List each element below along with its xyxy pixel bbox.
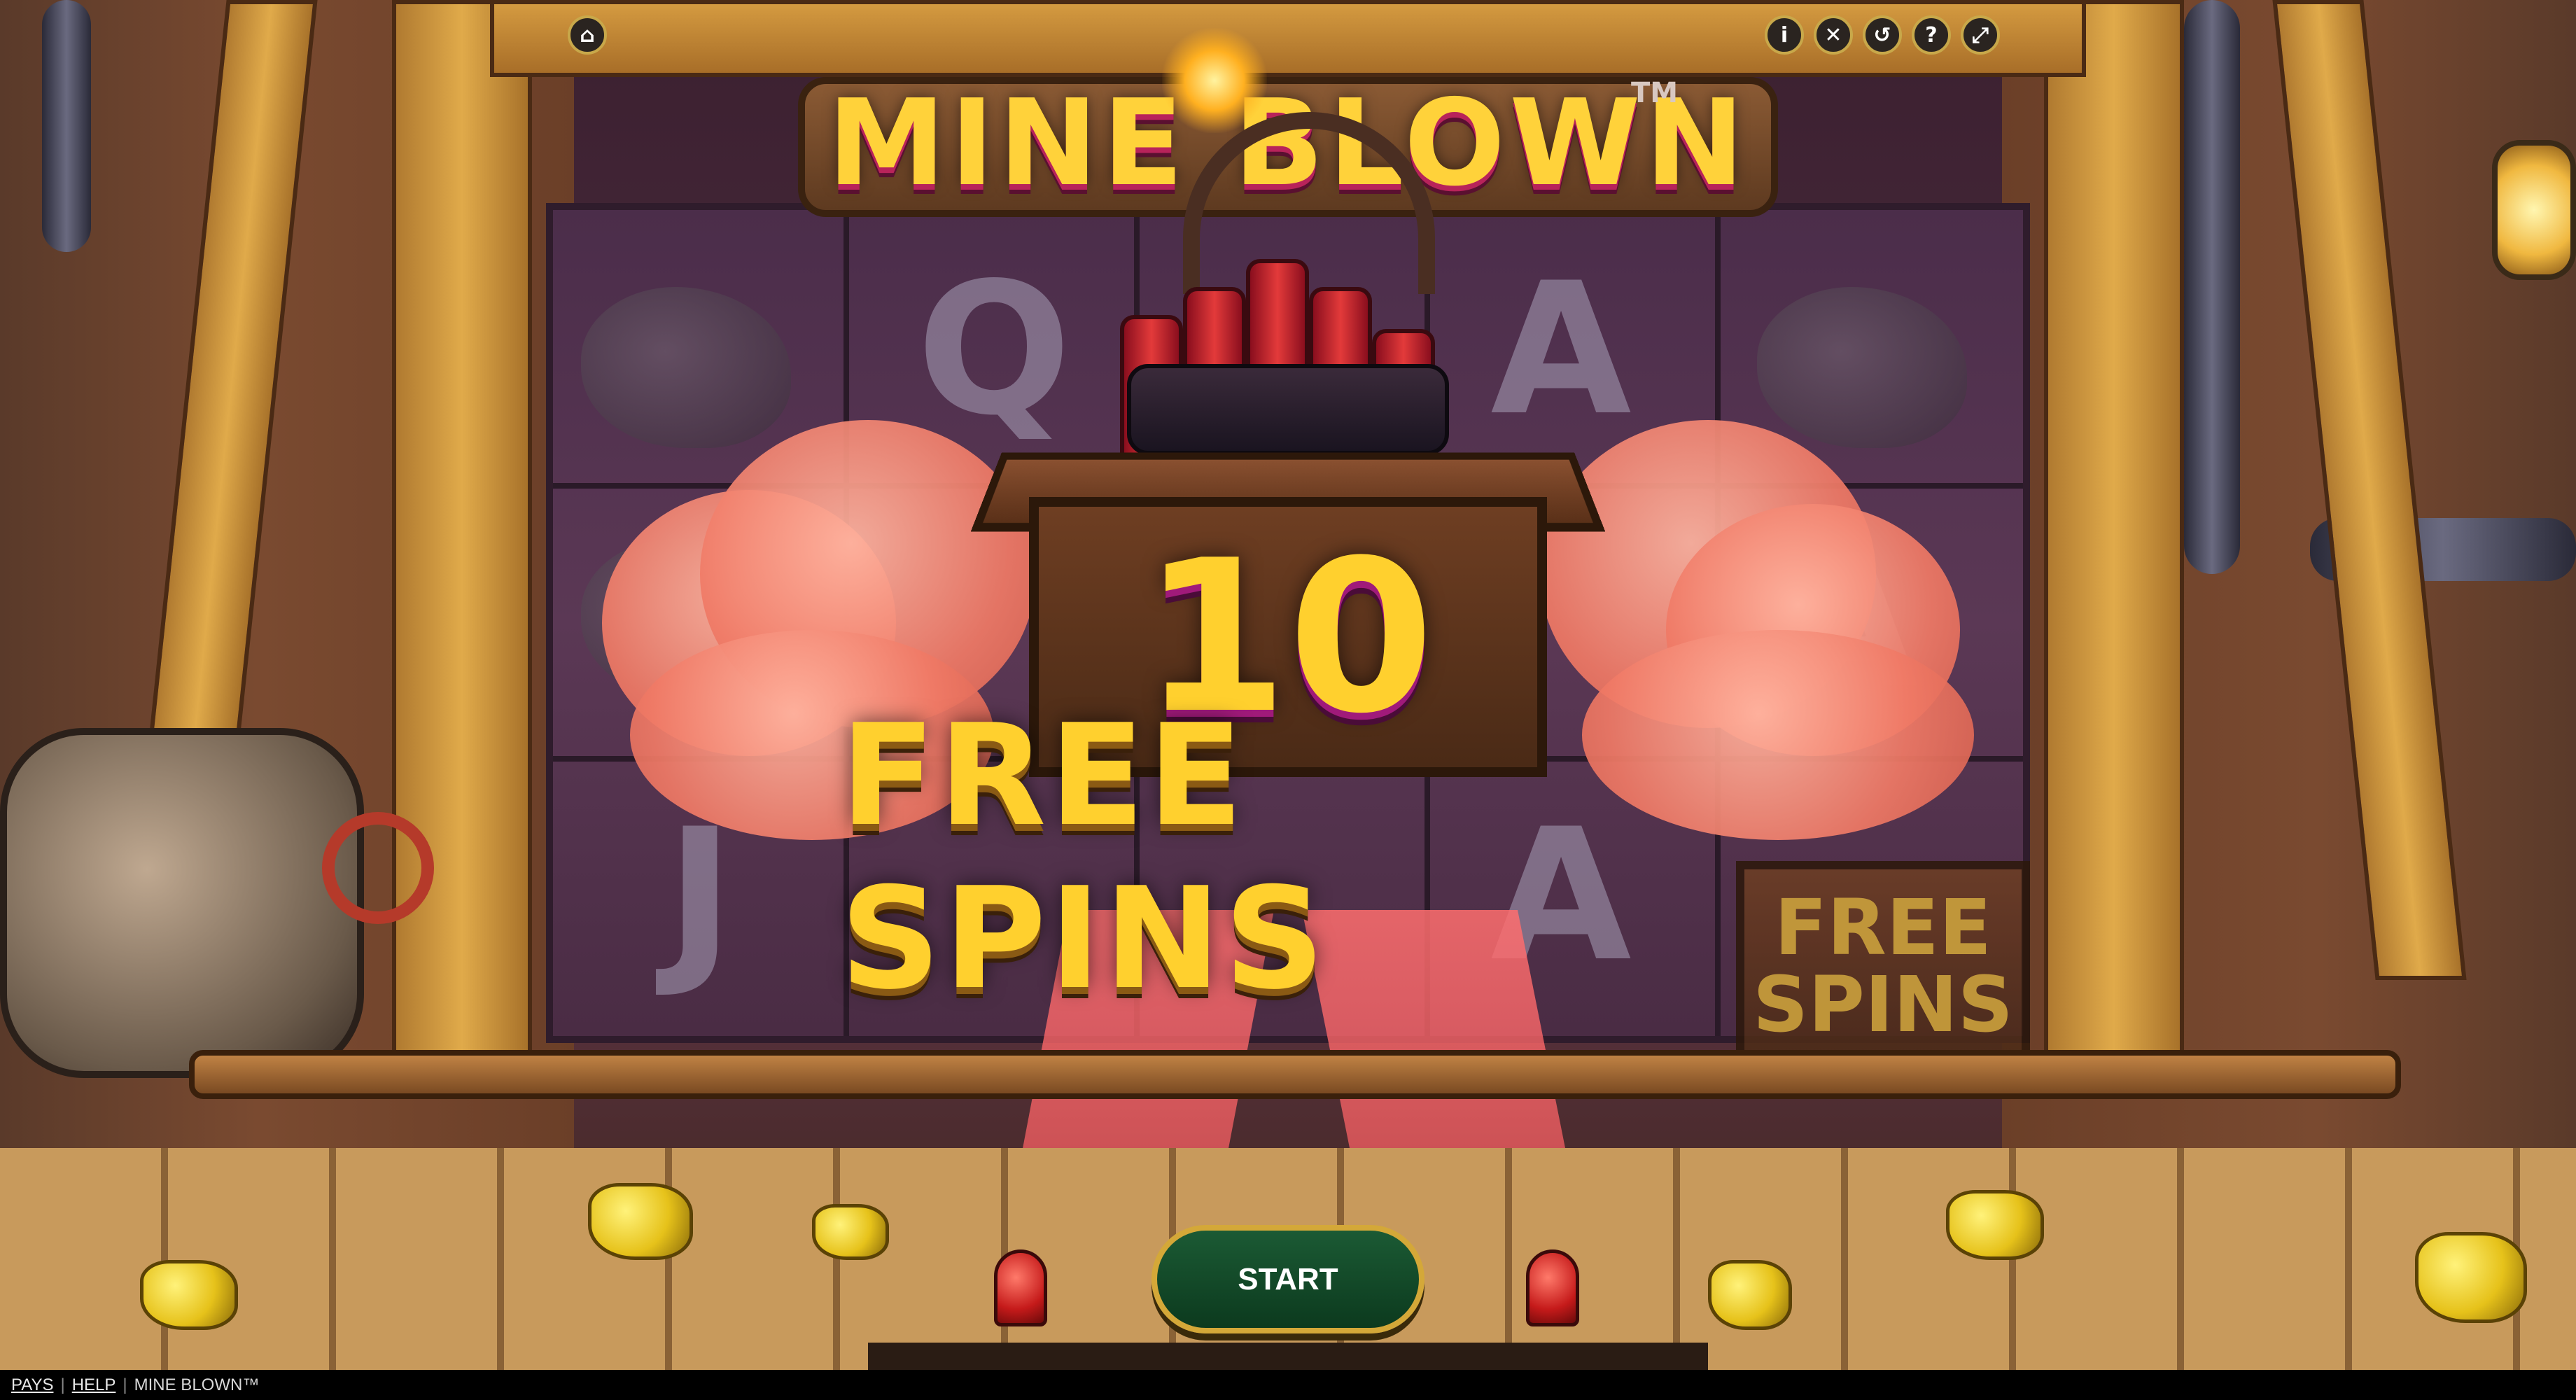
info-button[interactable]: i	[1765, 15, 1804, 55]
info-icon: i	[1780, 22, 1788, 48]
red-signal-light-right	[1526, 1250, 1579, 1326]
free-spins-label: FREE SPINS	[840, 694, 1736, 1021]
gold-nugget	[1708, 1260, 1792, 1330]
help-icon: ?	[1925, 22, 1938, 48]
start-base	[868, 1343, 1708, 1370]
fullscreen-icon: ⤢	[1972, 22, 1989, 48]
lantern-icon	[2492, 140, 2576, 280]
game-title-footer: MINE BLOWN™	[134, 1375, 260, 1394]
pays-link[interactable]: PAYS	[11, 1376, 53, 1395]
valve-wheel	[322, 812, 434, 924]
home-icon: ⌂	[580, 22, 595, 48]
support-beam-right	[2044, 0, 2184, 1092]
steam-machine	[0, 728, 364, 1078]
start-button[interactable]: START	[1152, 1225, 1424, 1334]
help-link[interactable]: HELP	[72, 1376, 116, 1395]
history-button[interactable]: ↺	[1863, 15, 1902, 55]
support-beam-left	[392, 0, 532, 1092]
mute-button[interactable]: ✕	[1814, 15, 1853, 55]
gold-nugget	[812, 1204, 889, 1260]
red-signal-light-left	[994, 1250, 1047, 1326]
home-button[interactable]: ⌂	[568, 15, 607, 55]
dynamite-band	[1127, 364, 1449, 455]
help-button[interactable]: ?	[1912, 15, 1951, 55]
history-icon: ↺	[1873, 22, 1891, 48]
pickaxe-symbol	[581, 287, 791, 448]
separator: |	[122, 1375, 127, 1394]
game-stage: Q A A J A MINE BLOWN TM FREE SPINS 10 FR…	[0, 0, 2576, 1370]
trademark-mark: TM	[1631, 77, 1679, 109]
free-spins-reel-symbol: FREE SPINS	[1736, 861, 2030, 1071]
gold-nugget	[1946, 1190, 2044, 1260]
fuse-spark	[1162, 28, 1267, 133]
wooden-railing	[189, 1050, 2401, 1099]
bottom-bar: PAYS | HELP | MINE BLOWN™	[0, 1370, 2576, 1400]
fullscreen-button[interactable]: ⤢	[1961, 15, 2000, 55]
mute-icon: ✕	[1824, 22, 1842, 48]
gold-nugget	[2415, 1232, 2527, 1323]
pipe-right-vertical	[2184, 0, 2240, 574]
separator: |	[60, 1375, 65, 1394]
gold-nugget	[140, 1260, 238, 1330]
shovel-symbol	[1757, 287, 1967, 448]
pipe-left	[42, 0, 91, 252]
gold-nugget	[588, 1183, 693, 1260]
